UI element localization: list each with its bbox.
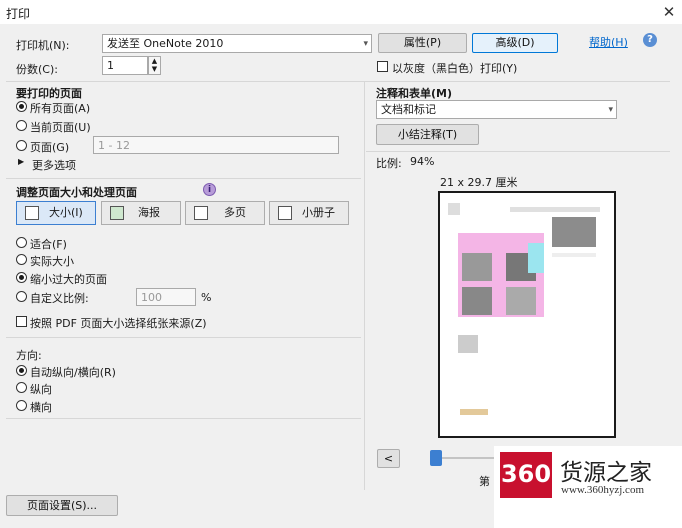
printer-select[interactable]: 发送至 OneNote 2010 ▾	[102, 34, 372, 53]
scale-label: 比例:	[376, 157, 402, 170]
scale-value: 94%	[410, 155, 435, 168]
sizing-heading: 调整页面大小和处理页面	[16, 186, 137, 199]
info-icon[interactable]: i	[203, 183, 216, 196]
page-thumb-block	[510, 207, 600, 212]
chevron-down-icon: ▾	[363, 39, 368, 49]
auto-orientation-label: 自动纵向/横向(R)	[30, 366, 116, 379]
grayscale-label: 以灰度（黑白色）打印(Y)	[392, 62, 518, 75]
watermark-logo: 360	[500, 452, 552, 498]
copies-stepper[interactable]: ▲ ▼	[148, 56, 161, 75]
choose-paper-label: 按照 PDF 页面大小选择纸张来源(Z)	[30, 317, 207, 330]
window-title: 打印	[6, 7, 31, 21]
poster-tab[interactable]: 海报	[101, 201, 181, 225]
comments-heading: 注释和表单(M)	[376, 87, 453, 100]
page-thumb-image	[506, 287, 536, 315]
auto-orientation-radio[interactable]	[16, 365, 27, 376]
watermark-url: www.360hyzj.com	[561, 484, 644, 496]
comments-select[interactable]: 文档和标记 ▾	[376, 100, 617, 119]
divider	[6, 81, 670, 82]
more-options-link[interactable]: 更多选项	[32, 157, 76, 173]
divider	[6, 337, 361, 338]
copies-label: 份数(C):	[16, 63, 58, 76]
copies-input[interactable]: 1	[102, 56, 148, 75]
multiple-pages-icon	[194, 206, 208, 220]
printer-label: 打印机(N):	[16, 39, 70, 52]
multiple-tab[interactable]: 多页	[185, 201, 265, 225]
portrait-label: 纵向	[30, 383, 52, 396]
fit-radio[interactable]	[16, 237, 27, 248]
portrait-radio[interactable]	[16, 382, 27, 393]
size-tab[interactable]: 大小(I)	[16, 201, 96, 225]
page-thumb-block	[460, 409, 488, 415]
poster-icon	[110, 206, 124, 220]
page-thumb-image	[528, 243, 544, 273]
actual-size-label: 实际大小	[30, 255, 74, 268]
printer-select-value: 发送至 OneNote 2010	[107, 37, 224, 50]
custom-scale-radio[interactable]	[16, 291, 27, 302]
properties-button[interactable]: 属性(P)	[378, 33, 467, 53]
all-pages-radio[interactable]	[16, 101, 27, 112]
prev-page-button[interactable]: <	[377, 449, 400, 468]
booklet-tab[interactable]: 小册子	[269, 201, 349, 225]
title-bar	[0, 0, 682, 24]
pages-label: 页面(G)	[30, 141, 70, 154]
page-thumb-image	[462, 253, 492, 281]
watermark-text: 货源之家	[560, 460, 652, 486]
page-thumb-block	[448, 203, 460, 215]
choose-paper-checkbox[interactable]	[16, 316, 27, 327]
landscape-radio[interactable]	[16, 400, 27, 411]
all-pages-label: 所有页面(A)	[30, 102, 91, 115]
booklet-icon	[278, 206, 292, 220]
current-page-label: 当前页面(U)	[30, 121, 91, 134]
page-thumb-image	[552, 217, 596, 247]
chevron-down-icon: ▾	[608, 105, 613, 115]
summarize-comments-button[interactable]: 小结注释(T)	[376, 124, 479, 145]
page-slider-thumb[interactable]	[430, 450, 442, 466]
close-icon[interactable]: ✕	[658, 1, 680, 23]
triangle-right-icon[interactable]: ▶	[18, 157, 24, 166]
landscape-label: 横向	[30, 401, 52, 414]
custom-scale-label: 自定义比例:	[30, 292, 89, 305]
orientation-heading: 方向:	[16, 349, 42, 362]
fit-label: 适合(F)	[30, 238, 67, 251]
preview-page	[438, 191, 616, 438]
help-link[interactable]: 帮助(H)	[589, 34, 628, 50]
shrink-label: 缩小过大的页面	[30, 273, 107, 286]
divider	[364, 82, 365, 490]
divider	[6, 178, 361, 179]
advanced-button[interactable]: 高级(D)	[472, 33, 558, 53]
paper-size: 21 x 29.7 厘米	[440, 176, 518, 189]
divider	[366, 151, 670, 152]
actual-size-radio[interactable]	[16, 254, 27, 265]
divider	[6, 418, 361, 419]
page-thumb-block	[458, 335, 478, 353]
grayscale-checkbox[interactable]	[377, 61, 388, 72]
page-setup-button[interactable]: 页面设置(S)...	[6, 495, 118, 516]
page-range-input[interactable]: 1 - 12	[93, 136, 339, 154]
help-icon[interactable]: ?	[643, 33, 657, 47]
page-thumb-block	[552, 253, 596, 257]
custom-scale-input[interactable]: 100	[136, 288, 196, 306]
page-thumb-image	[462, 287, 492, 315]
pages-heading: 要打印的页面	[16, 87, 82, 100]
current-page-radio[interactable]	[16, 120, 27, 131]
size-icon	[25, 206, 39, 220]
shrink-radio[interactable]	[16, 272, 27, 283]
pages-radio[interactable]	[16, 140, 27, 151]
comments-select-value: 文档和标记	[381, 103, 436, 116]
percent-unit: %	[201, 291, 212, 304]
